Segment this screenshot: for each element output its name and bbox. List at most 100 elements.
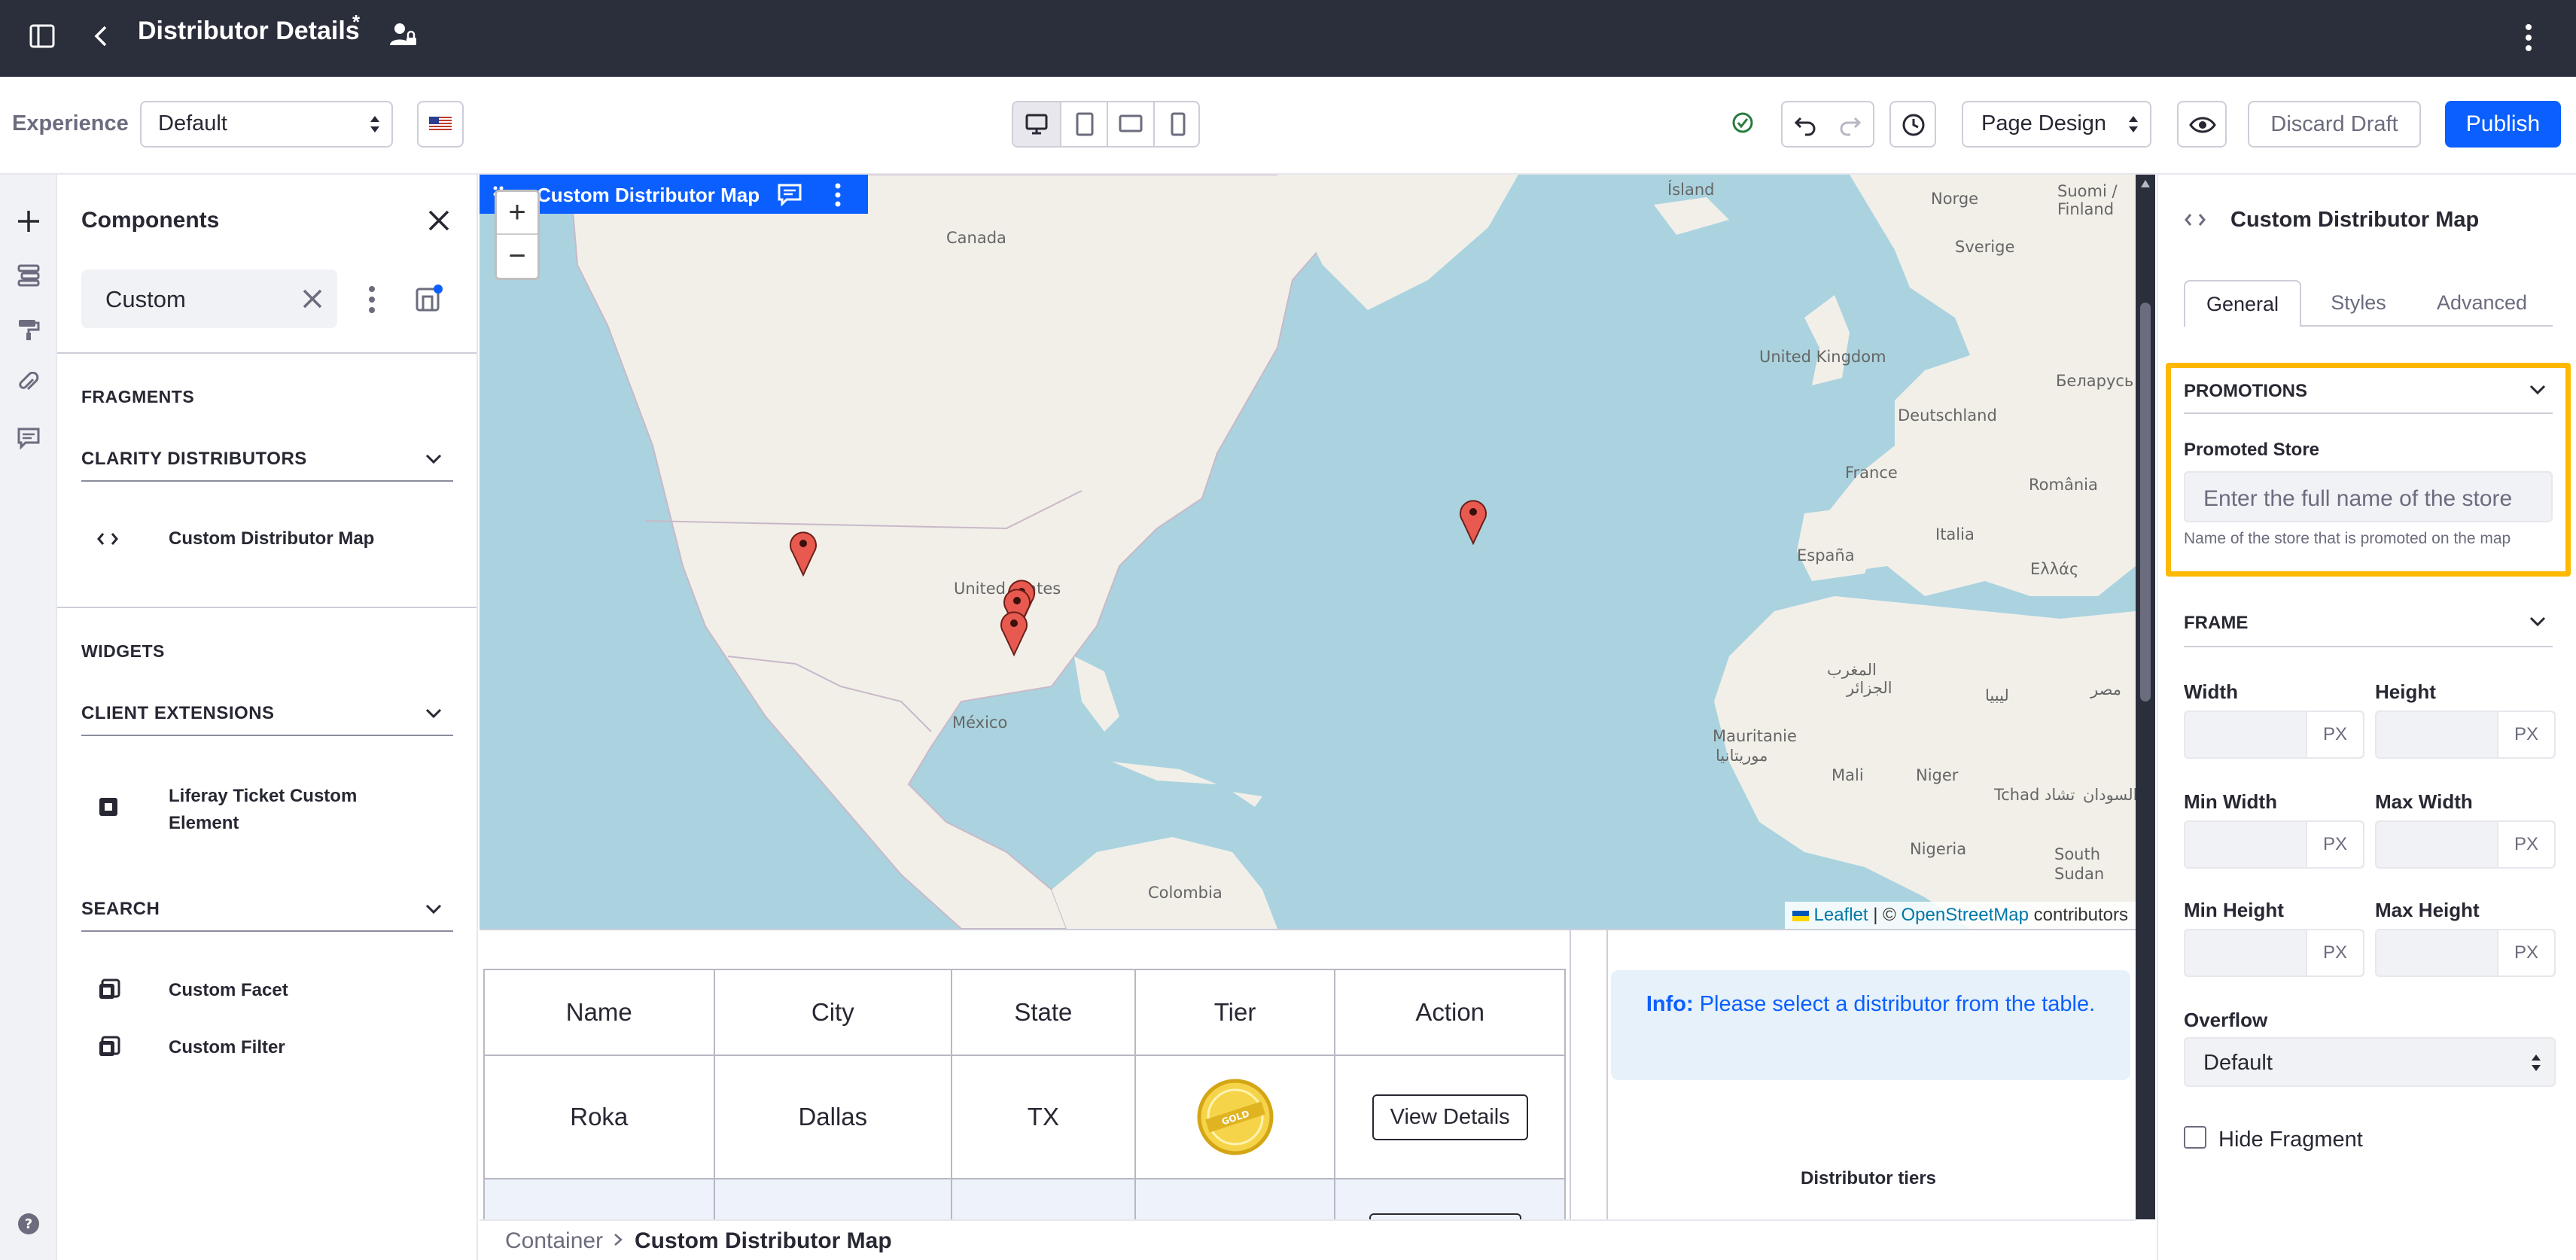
- view-details-button[interactable]: View Details: [1372, 1094, 1528, 1140]
- liferay-ticket-custom-element-item[interactable]: Liferay Ticket Custom Element: [81, 783, 453, 837]
- info-alert: Info: Please select a distributor from t…: [1611, 970, 2130, 1080]
- breadcrumb-container[interactable]: Container: [505, 1228, 603, 1254]
- more-options-icon[interactable]: [2523, 21, 2534, 54]
- map-label-finland: Suomi / Finland: [2057, 182, 2118, 218]
- item-label-line1: Liferay Ticket Custom: [169, 786, 358, 806]
- redo-icon: [1840, 117, 1862, 136]
- sidebar-toggle-icon[interactable]: [29, 23, 56, 50]
- zoom-out-button[interactable]: −: [497, 235, 537, 278]
- comment-icon[interactable]: [778, 184, 802, 206]
- permissions-icon[interactable]: [388, 20, 419, 50]
- overflow-label: Overflow: [2184, 1009, 2268, 1031]
- map-label-mali: Mali: [1832, 766, 1864, 784]
- mobile-view-button[interactable]: [1153, 102, 1200, 146]
- page-design-select[interactable]: Page Design: [1962, 101, 2151, 148]
- leaflet-link[interactable]: Leaflet: [1814, 905, 1868, 925]
- highlighted-components-icon[interactable]: [414, 283, 444, 313]
- search-input[interactable]: Custom: [81, 269, 337, 328]
- map-attribution: Leaflet | © OpenStreetMap contributors: [1784, 902, 2136, 929]
- map-label-italia: Italia: [1935, 525, 1975, 543]
- tab-general[interactable]: General: [2184, 280, 2301, 327]
- mapping-link-icon[interactable]: [12, 367, 45, 400]
- tablet-portrait-view-button[interactable]: [1060, 102, 1107, 146]
- overflow-select[interactable]: Default: [2184, 1037, 2556, 1087]
- clarity-distributors-group[interactable]: CLARITY DISTRIBUTORS: [81, 440, 453, 482]
- kebab-menu-icon[interactable]: [367, 285, 376, 315]
- min-height-input[interactable]: PX: [2184, 929, 2364, 977]
- desktop-view-button[interactable]: [1013, 102, 1060, 146]
- map-label-romania: România: [2029, 476, 2098, 494]
- code-icon: [96, 530, 119, 548]
- distributor-map[interactable]: Canada United States México Colombia Ísl…: [480, 175, 2136, 929]
- min-width-input[interactable]: PX: [2184, 820, 2364, 869]
- experience-select[interactable]: Default: [140, 101, 393, 148]
- map-label-belarus: Беларусь: [2056, 372, 2134, 390]
- unit-select[interactable]: PX: [2497, 822, 2554, 867]
- experience-select-value: Default: [158, 111, 227, 135]
- page-structure-icon[interactable]: [12, 259, 45, 292]
- col-tier-header: Tier: [1134, 969, 1336, 1056]
- chevron-down-icon: [425, 902, 443, 917]
- table-row[interactable]: Roka Dallas TX GOLD View Details: [483, 1055, 1566, 1179]
- unit-select[interactable]: PX: [2497, 930, 2554, 975]
- promoted-store-input[interactable]: Enter the full name of the store: [2184, 471, 2553, 522]
- attribution-rest: contributors: [2028, 905, 2128, 925]
- promotions-section-header[interactable]: PROMOTIONS: [2184, 372, 2553, 414]
- tab-advanced[interactable]: Advanced: [2414, 280, 2550, 325]
- language-selector-button[interactable]: [417, 101, 464, 148]
- min-width-label: Min Width: [2184, 790, 2277, 813]
- help-icon[interactable]: ?: [12, 1207, 45, 1240]
- unit-select[interactable]: PX: [2306, 930, 2363, 975]
- tab-styles[interactable]: Styles: [2306, 280, 2411, 325]
- page-title: Distributor Details: [138, 17, 360, 45]
- map-marker[interactable]: [999, 608, 1029, 656]
- map-label-south-sudan: South Sudan: [2054, 845, 2105, 883]
- unit-select[interactable]: PX: [2306, 712, 2363, 757]
- search-input-value: Custom: [105, 286, 186, 312]
- search-group[interactable]: SEARCH: [81, 890, 453, 932]
- redo-button[interactable]: [1828, 102, 1873, 146]
- scrollbar-thumb[interactable]: [2140, 303, 2151, 702]
- components-panel: Components Custom FRAGMENTS CLARITY DIST…: [57, 175, 478, 1260]
- map-marker[interactable]: [788, 528, 818, 577]
- back-icon[interactable]: [90, 23, 111, 50]
- scroll-up-icon[interactable]: [2140, 179, 2151, 188]
- add-icon[interactable]: [12, 205, 45, 238]
- publish-button[interactable]: Publish: [2445, 101, 2561, 148]
- map-label-uk: United Kingdom: [1759, 348, 1886, 366]
- desktop-icon: [1025, 114, 1048, 135]
- history-button[interactable]: [1889, 101, 1936, 148]
- paint-roller-icon[interactable]: [12, 313, 45, 346]
- undo-redo-group: [1781, 101, 1874, 148]
- discard-draft-button[interactable]: Discard Draft: [2248, 101, 2421, 148]
- tablet-landscape-view-button[interactable]: [1107, 102, 1153, 146]
- fragment-options-icon[interactable]: [833, 182, 842, 208]
- view-details-button-partial[interactable]: [1369, 1213, 1521, 1219]
- max-width-input[interactable]: PX: [2375, 820, 2556, 869]
- width-input[interactable]: PX: [2184, 711, 2364, 759]
- panel-title: Custom Distributor Map: [2230, 208, 2480, 232]
- map-label-deutschland: Deutschland: [1898, 406, 1997, 425]
- chevron-down-icon: [2529, 614, 2547, 629]
- height-input[interactable]: PX: [2375, 711, 2556, 759]
- canvas-scrollbar[interactable]: [2136, 175, 2155, 1219]
- frame-section-header[interactable]: FRAME: [2184, 605, 2553, 647]
- unit-select[interactable]: PX: [2497, 712, 2554, 757]
- map-label-mexico: México: [952, 714, 1008, 732]
- osm-link[interactable]: OpenStreetMap: [1902, 905, 2029, 925]
- max-height-input[interactable]: PX: [2375, 929, 2556, 977]
- hide-fragment-checkbox[interactable]: [2184, 1126, 2206, 1149]
- unit-select[interactable]: PX: [2306, 822, 2363, 867]
- map-marker[interactable]: [1458, 497, 1488, 545]
- zoom-in-button[interactable]: +: [497, 192, 537, 235]
- client-extensions-group[interactable]: CLIENT EXTENSIONS: [81, 694, 453, 736]
- undo-button[interactable]: [1783, 102, 1828, 146]
- close-icon[interactable]: [426, 208, 452, 233]
- preview-button[interactable]: [2177, 101, 2227, 148]
- comments-icon[interactable]: [12, 422, 45, 455]
- max-width-label: Max Width: [2375, 790, 2473, 813]
- frame-label: FRAME: [2184, 613, 2249, 633]
- device-preview-group: [1012, 101, 1200, 148]
- info-label: Info:: [1646, 992, 1694, 1016]
- clear-search-icon[interactable]: [301, 288, 324, 310]
